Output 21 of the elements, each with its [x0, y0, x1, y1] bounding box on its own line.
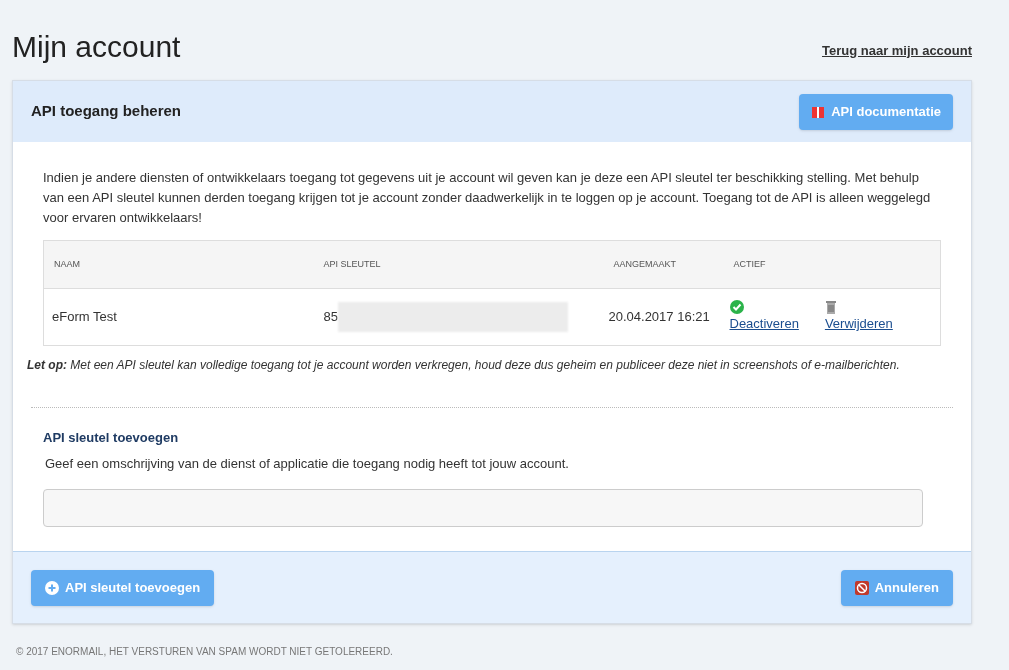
intro-text: Indien je andere diensten of ontwikkelaars toegang tot gegevens uit je account wil geven kan je deze een API sleutel ter beschikking stelling. Met behulp van een API sleutel kunnen derden toegang krijgen tot je account zonder daadwerkelijk in te loggen op je account. Toegang tot de API is alleen weggelegd voor ervaren ontwikkelaars!: [43, 169, 932, 227]
page-title: Mijn account: [12, 32, 181, 62]
column-header: AANGEMAAKT: [603, 240, 724, 289]
back-link[interactable]: Terug naar mijn account: [822, 40, 972, 60]
prohibited-icon: [854, 580, 869, 595]
warning-note: Let op: Met een API sleutel kan volledige toegang tot je account worden verkregen, houd deze dus geheim en publiceer deze niet in screenshots of e-mailberichten.: [27, 357, 901, 374]
column-header: API SLEUTEL: [313, 240, 604, 289]
footer-text: © 2017 ENORMAIL, HET VERSTUREN VAN SPAM WORDT NIET GETOLEREERD.: [16, 645, 394, 659]
table-cell: eForm Test: [52, 309, 117, 325]
hint-text: Geef een omschrijving van de dienst of applicatie die toegang nodig heeft tot jouw account.: [45, 454, 570, 473]
deactivate-link[interactable]: Deactiveren: [729, 314, 799, 334]
table-cell-text: 85: [323, 308, 338, 327]
description-field[interactable]: [43, 489, 923, 527]
plus-icon: [45, 580, 59, 595]
column-header: ACTIEF: [723, 240, 941, 289]
column-header: NAAM: [43, 240, 314, 289]
table-cell: 20.04.2017 16:21: [608, 309, 710, 325]
section-title: API sleutel toevoegen: [43, 429, 180, 447]
delete-link[interactable]: Verwijderen: [824, 314, 893, 334]
panel-title: API toegang beheren: [31, 101, 182, 122]
trash-icon: [824, 300, 837, 315]
